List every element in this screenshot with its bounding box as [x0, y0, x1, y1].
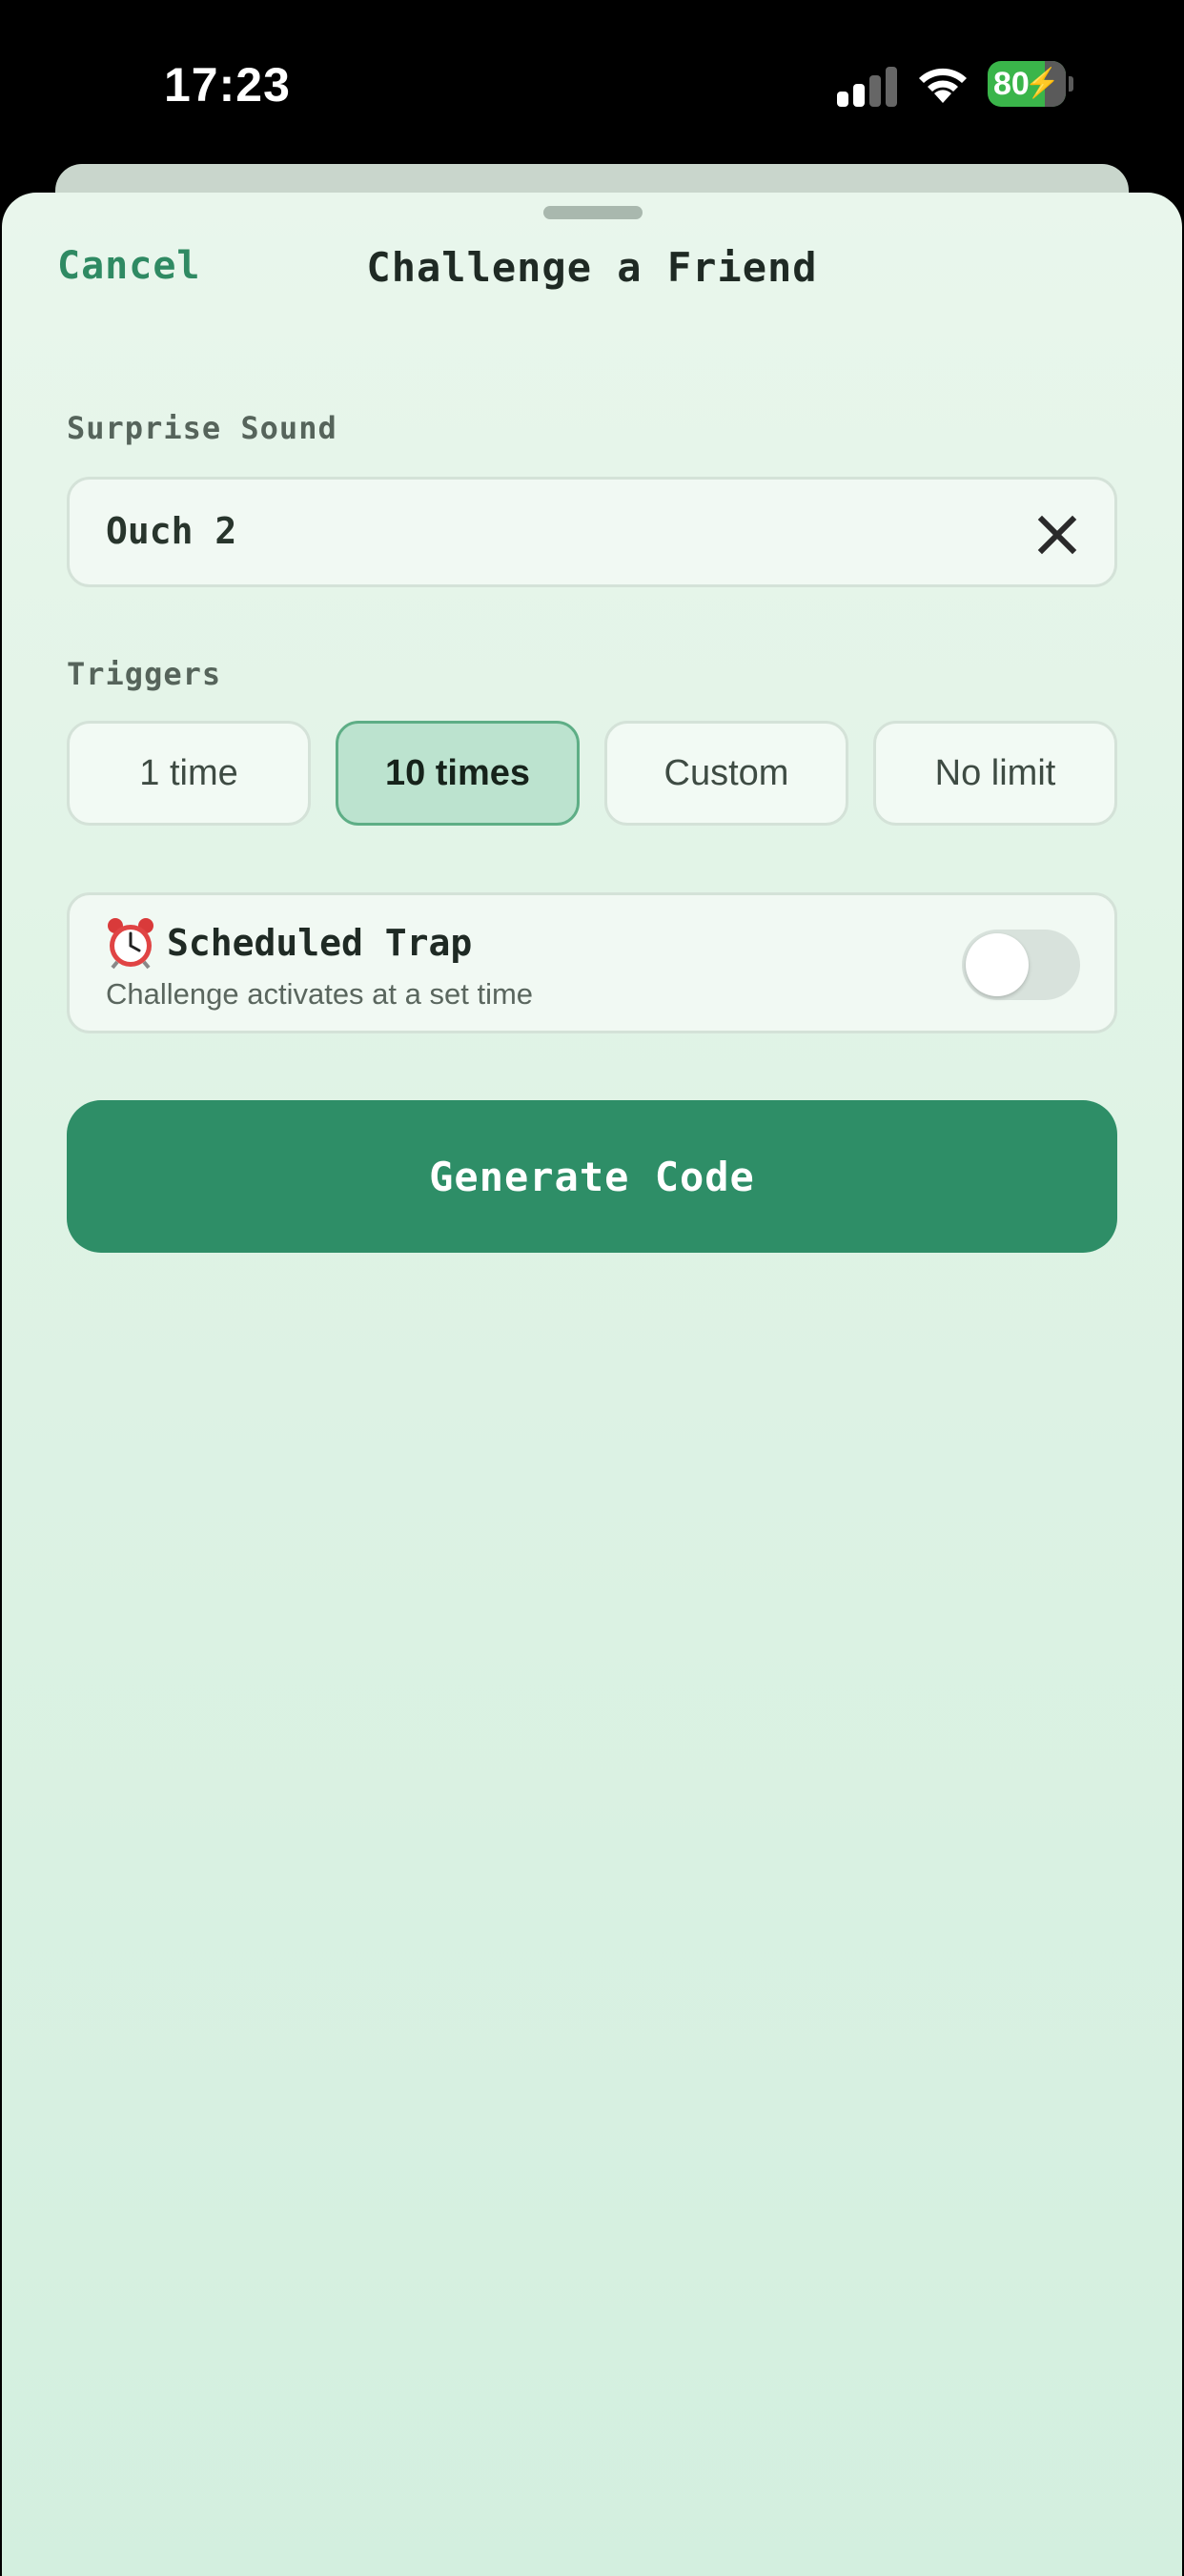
surprise-sound-field[interactable]: Ouch 2: [67, 477, 1117, 587]
status-time: 17:23: [164, 58, 291, 112]
scheduled-trap-subtitle: Challenge activates at a set time: [106, 977, 534, 1011]
battery-charging-icon: 80 ⚡: [988, 61, 1073, 107]
wifi-icon: [919, 68, 967, 103]
generate-code-button[interactable]: Generate Code: [67, 1100, 1117, 1253]
trigger-option-no-limit[interactable]: No limit: [873, 721, 1117, 826]
trigger-option-1-time[interactable]: 1 time: [67, 721, 311, 826]
trigger-option-custom[interactable]: Custom: [604, 721, 848, 826]
close-icon[interactable]: [1036, 514, 1078, 556]
toggle-knob: [966, 933, 1029, 996]
trigger-option-10-times[interactable]: 10 times: [336, 721, 580, 826]
sheet-grabber[interactable]: [543, 206, 643, 219]
scheduled-trap-title: Scheduled Trap: [167, 922, 473, 964]
alarm-clock-icon: [108, 918, 153, 970]
status-bar: 17:23 80 ⚡: [0, 0, 1184, 162]
surprise-sound-label: Surprise Sound: [67, 410, 337, 446]
triggers-label: Triggers: [67, 656, 222, 692]
scheduled-trap-toggle[interactable]: [962, 930, 1080, 1000]
scheduled-trap-card: Scheduled Trap Challenge activates at a …: [67, 892, 1117, 1033]
challenge-sheet: Cancel Challenge a Friend Surprise Sound…: [2, 193, 1182, 2576]
signal-icon: [837, 65, 898, 107]
sheet-title: Challenge a Friend: [366, 244, 818, 291]
surprise-sound-value: Ouch 2: [106, 510, 237, 552]
